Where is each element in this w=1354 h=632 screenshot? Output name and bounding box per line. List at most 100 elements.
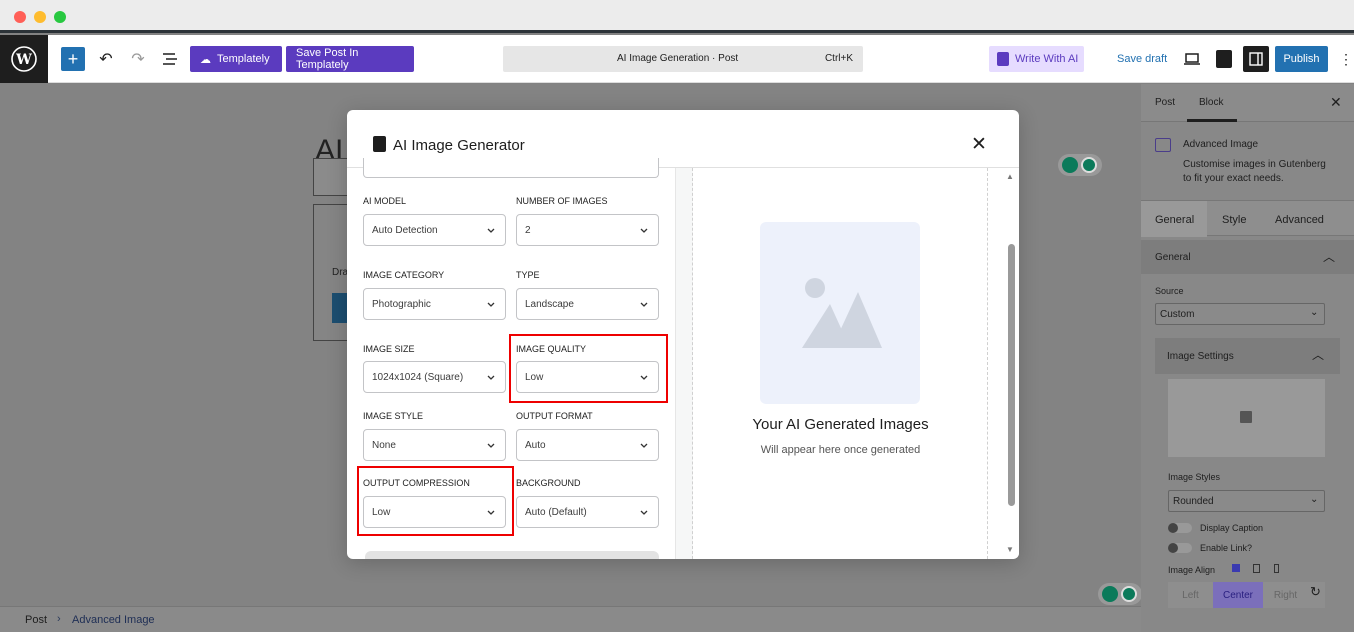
minimize-window-dot[interactable] xyxy=(34,11,46,23)
ai-model-value: Auto Detection xyxy=(372,224,438,236)
align-right-option[interactable]: Right xyxy=(1263,582,1308,608)
block-name: Advanced Image xyxy=(1183,139,1259,150)
align-desktop-icon[interactable] xyxy=(1232,564,1240,572)
image-size-value: 1024x1024 (Square) xyxy=(372,371,464,383)
sidebar-tabs: Post Block ✕ xyxy=(1141,84,1354,122)
scroll-thumb[interactable] xyxy=(1008,244,1015,506)
image-size-select[interactable]: 1024x1024 (Square) xyxy=(363,361,506,393)
type-value: Landscape xyxy=(525,298,574,310)
enable-link-label: Enable Link? xyxy=(1200,543,1253,553)
panel-divider xyxy=(675,168,693,559)
image-styles-select[interactable]: Rounded ⌄ xyxy=(1168,490,1325,512)
subtab-advanced[interactable]: Advanced xyxy=(1275,214,1324,226)
wordpress-logo-icon[interactable]: W xyxy=(0,35,48,83)
preview-device-icon[interactable] xyxy=(1180,47,1204,71)
write-ai-label: Write With AI xyxy=(1015,53,1079,65)
grammarly-widget-top[interactable] xyxy=(1058,154,1102,176)
templately-icon: ☁ xyxy=(200,53,211,66)
num-images-select[interactable]: 2 xyxy=(516,214,659,246)
redo-icon[interactable]: ↷ xyxy=(126,47,150,71)
image-placeholder-box[interactable] xyxy=(1168,379,1325,457)
panel-general-title: General xyxy=(1155,252,1191,263)
background-select[interactable]: Auto (Default) xyxy=(516,496,659,528)
tab-block-underline xyxy=(1187,119,1237,122)
num-images-label: NUMBER OF IMAGES xyxy=(516,196,608,206)
image-align-label: Image Align xyxy=(1168,565,1216,575)
tab-post[interactable]: Post xyxy=(1155,97,1175,108)
image-size-label: IMAGE SIZE xyxy=(363,344,415,354)
undo-icon[interactable]: ↶ xyxy=(94,47,118,71)
ai-model-select[interactable]: Auto Detection xyxy=(363,214,506,246)
display-caption-toggle[interactable] xyxy=(1168,523,1192,533)
block-desc-line1: Customise images in Gutenberg xyxy=(1183,159,1326,170)
type-label: TYPE xyxy=(516,270,540,280)
publish-button[interactable]: Publish xyxy=(1275,46,1328,72)
draft-fragment: Dra xyxy=(332,267,349,278)
chevron-down-icon xyxy=(487,302,495,307)
templately-button[interactable]: ☁ Templately xyxy=(190,46,282,72)
crumb-advanced-image[interactable]: Advanced Image xyxy=(72,614,155,626)
tab-block[interactable]: Block xyxy=(1199,97,1223,108)
enable-link-toggle[interactable] xyxy=(1168,543,1192,553)
scroll-down-arrow-icon[interactable]: ▼ xyxy=(1006,545,1014,554)
preview-scrollbar[interactable]: ▲ ▼ xyxy=(1004,168,1019,559)
chevron-down-icon xyxy=(640,228,648,233)
reset-icon[interactable]: ↻ xyxy=(1310,584,1321,600)
chevron-up-icon: ︿ xyxy=(1323,250,1336,264)
panel-general-header[interactable]: General ︿ xyxy=(1141,240,1354,274)
crumb-post[interactable]: Post xyxy=(25,614,47,626)
maximize-window-dot[interactable] xyxy=(54,11,66,23)
command-palette-bar[interactable]: AI Image Generation · Post Ctrl+K xyxy=(503,46,863,72)
image-category-value: Photographic xyxy=(372,298,431,310)
image-styles-label: Image Styles xyxy=(1168,472,1221,482)
scroll-up-arrow-icon[interactable]: ▲ xyxy=(1006,172,1014,181)
modal-title: AI Image Generator xyxy=(393,137,525,154)
output-format-label: OUTPUT FORMAT xyxy=(516,411,593,421)
add-block-button[interactable]: + xyxy=(61,47,85,71)
align-center-option[interactable]: Center xyxy=(1213,582,1263,608)
source-select[interactable]: Custom ⌄ xyxy=(1155,303,1325,325)
settings-sidebar-toggle-icon[interactable] xyxy=(1243,46,1269,72)
close-sidebar-icon[interactable]: ✕ xyxy=(1330,94,1342,111)
image-style-value: None xyxy=(372,439,396,451)
image-category-select[interactable]: Photographic xyxy=(363,288,506,320)
subtab-style[interactable]: Style xyxy=(1222,214,1246,226)
generate-button-fragment[interactable] xyxy=(365,551,659,559)
essential-blocks-logo-icon xyxy=(373,136,386,152)
svg-text:W: W xyxy=(15,52,32,68)
chevron-down-icon xyxy=(487,228,495,233)
form-panel: AI MODEL Auto Detection NUMBER OF IMAGES… xyxy=(347,158,676,559)
publish-label: Publish xyxy=(1283,53,1320,65)
align-mobile-icon[interactable] xyxy=(1274,564,1279,573)
document-overview-icon[interactable] xyxy=(158,47,182,71)
save-draft-link[interactable]: Save draft xyxy=(1117,53,1167,65)
grammarly-widget-bottom[interactable] xyxy=(1098,583,1142,605)
save-post-templately-button[interactable]: Save Post In Templately xyxy=(286,46,414,72)
preview-panel: Your AI Generated Images Will appear her… xyxy=(693,168,988,559)
window-titlebar xyxy=(0,0,1354,33)
close-icon[interactable]: ✕ xyxy=(971,133,987,156)
align-tablet-icon[interactable] xyxy=(1253,564,1260,573)
write-with-ai-button[interactable]: Write With AI xyxy=(989,46,1084,72)
more-options-icon[interactable]: ⋮ xyxy=(1334,47,1354,71)
subtab-general[interactable]: General xyxy=(1155,214,1194,226)
type-select[interactable]: Landscape xyxy=(516,288,659,320)
background-label: BACKGROUND xyxy=(516,478,581,488)
ai-logo-icon xyxy=(997,52,1009,66)
panel-image-settings-header[interactable]: Image Settings ︿ xyxy=(1155,338,1340,374)
image-style-label: IMAGE STYLE xyxy=(363,411,424,421)
align-left-option[interactable]: Left xyxy=(1168,582,1213,608)
image-icon xyxy=(1240,411,1252,423)
preview-title: Your AI Generated Images xyxy=(752,416,929,433)
image-style-select[interactable]: None xyxy=(363,429,506,461)
close-window-dot[interactable] xyxy=(14,11,26,23)
block-desc-line2: to fit your exact needs. xyxy=(1183,173,1284,184)
chevron-down-icon xyxy=(487,443,495,448)
chevron-down-icon xyxy=(640,443,648,448)
prompt-textarea-fragment[interactable] xyxy=(363,158,659,178)
output-format-select[interactable]: Auto xyxy=(516,429,659,461)
image-settings-title: Image Settings xyxy=(1167,351,1234,362)
essential-blocks-icon[interactable] xyxy=(1212,47,1236,71)
output-format-value: Auto xyxy=(525,439,546,451)
source-label: Source xyxy=(1155,286,1184,296)
